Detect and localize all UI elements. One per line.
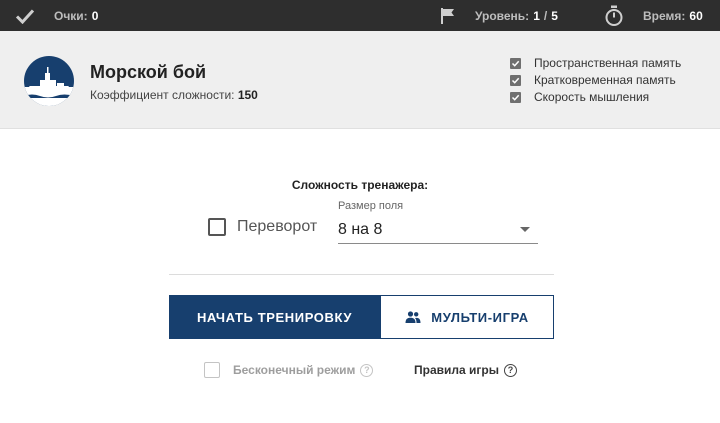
difficulty-coefficient: Коэффициент сложности: 150 [90, 88, 258, 102]
endless-mode-label: Бесконечный режим [233, 363, 356, 377]
skill-label: Кратковременная память [534, 73, 676, 87]
status-bar: Очки: 0 Уровень: 1 / 5 Время: 60 [0, 0, 720, 31]
time-readout: Время: 60 [643, 0, 703, 31]
level-readout: Уровень: 1 / 5 [475, 0, 558, 31]
flag-icon [439, 0, 457, 31]
skills-list: Пространственная память Кратковременная … [510, 55, 681, 106]
skill-thinking-speed: Скорость мышления [510, 89, 681, 105]
stopwatch-icon [604, 0, 624, 31]
checkbox-checked-icon [510, 91, 521, 103]
flip-checkbox-box[interactable] [208, 218, 226, 236]
start-training-button[interactable]: НАЧАТЬ ТРЕНИРОВКУ [169, 295, 380, 339]
difficulty-value: 150 [237, 88, 258, 102]
checkbox-checked-icon [510, 74, 521, 86]
field-size-label: Размер поля [338, 200, 404, 212]
battleship-logo-icon [24, 56, 74, 106]
skill-short-term-memory: Кратковременная память [510, 72, 681, 88]
skill-label: Скорость мышления [534, 90, 650, 104]
level-separator: / [543, 8, 548, 23]
multiplayer-label: МУЛЬТИ-ИГРА [431, 309, 529, 325]
skill-spatial-memory: Пространственная память [510, 55, 681, 71]
game-rules-link[interactable]: Правила игры ? [414, 363, 517, 377]
game-title: Морской бой [90, 62, 207, 82]
score-readout: Очки: 0 [54, 0, 98, 31]
dropdown-arrow-icon [520, 227, 530, 232]
endless-mode-checkbox[interactable]: Бесконечный режим ? [204, 362, 374, 378]
score-value: 0 [91, 8, 99, 23]
level-current: 1 [533, 8, 540, 23]
difficulty-label: Коэффициент сложности: [90, 88, 235, 102]
level-total: 5 [551, 8, 558, 23]
people-icon [405, 311, 421, 323]
help-icon[interactable]: ? [360, 363, 374, 377]
settings-title: Сложность тренажера: [291, 178, 429, 192]
time-label: Время: [643, 8, 686, 23]
time-value: 60 [689, 8, 703, 23]
flip-label: Переворот [237, 218, 318, 235]
help-icon[interactable]: ? [503, 363, 517, 377]
field-size-select[interactable]: 8 на 8 [338, 216, 538, 244]
endless-checkbox-box[interactable] [204, 362, 220, 378]
multiplayer-button[interactable]: МУЛЬТИ-ИГРА [380, 295, 554, 339]
game-rules-label: Правила игры [414, 363, 499, 377]
score-label: Очки: [54, 8, 88, 23]
divider [169, 274, 554, 275]
skill-label: Пространственная память [534, 56, 682, 70]
check-icon [15, 0, 35, 31]
field-size-value: 8 на 8 [338, 220, 383, 238]
game-header: Морской бой Коэффициент сложности: 150 П… [0, 31, 720, 129]
flip-checkbox[interactable]: Переворот [208, 218, 317, 236]
checkbox-checked-icon [510, 57, 521, 69]
level-label: Уровень: [475, 8, 530, 23]
start-training-label: НАЧАТЬ ТРЕНИРОВКУ [196, 309, 353, 325]
